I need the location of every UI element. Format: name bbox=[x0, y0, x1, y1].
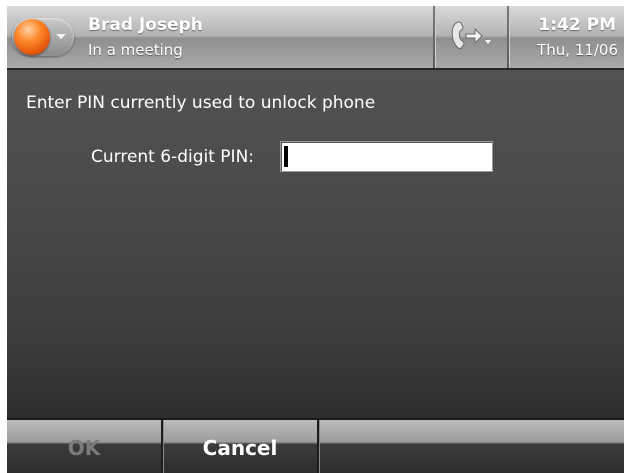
text-caret bbox=[284, 146, 288, 167]
pin-dialog: Enter PIN currently used to unlock phone… bbox=[7, 70, 624, 418]
pin-label: Current 6-digit PIN: bbox=[91, 147, 255, 167]
user-name: Brad Joseph bbox=[88, 15, 203, 35]
pin-input[interactable] bbox=[280, 141, 493, 172]
presence-status-icon bbox=[14, 19, 50, 55]
instruction-text: Enter PIN currently used to unlock phone bbox=[26, 93, 376, 113]
clock-date: Thu, 11/06 bbox=[537, 41, 618, 59]
ok-button[interactable]: OK bbox=[7, 420, 161, 473]
presence-button[interactable] bbox=[12, 18, 74, 56]
phone-screen: Brad Joseph In a meeting 1:42 PM Thu, 11… bbox=[7, 6, 624, 473]
clock-time: 1:42 PM bbox=[538, 15, 616, 35]
presence-status-text: In a meeting bbox=[88, 41, 183, 59]
softkey-bar: OK Cancel bbox=[7, 418, 624, 473]
divider bbox=[317, 420, 320, 473]
call-forward-icon bbox=[451, 21, 491, 49]
cancel-button[interactable]: Cancel bbox=[163, 420, 317, 473]
call-forward-button[interactable] bbox=[435, 6, 507, 68]
status-bar: Brad Joseph In a meeting 1:42 PM Thu, 11… bbox=[7, 6, 624, 70]
chevron-down-icon bbox=[56, 34, 66, 39]
divider bbox=[507, 6, 510, 68]
